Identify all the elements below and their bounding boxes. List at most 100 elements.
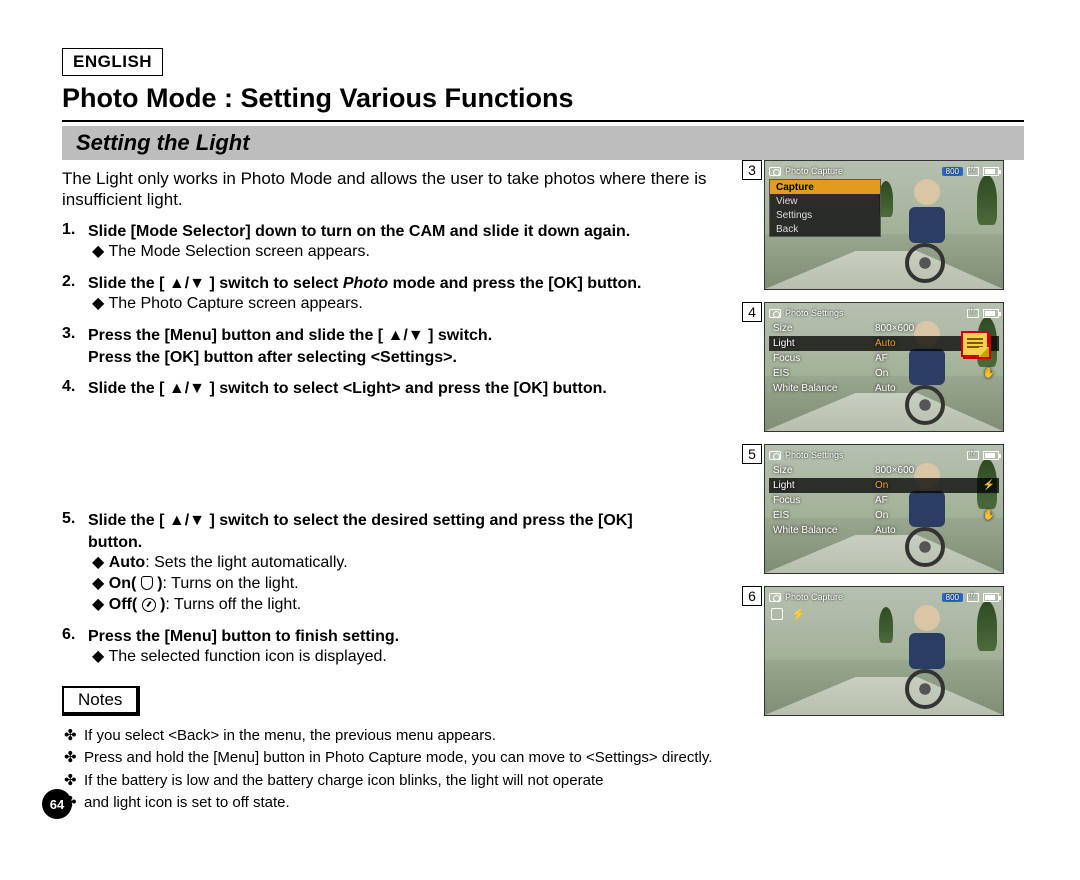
shot-4-topbar: Photo Settings	[769, 306, 999, 320]
step-2-ital: Photo	[343, 275, 388, 292]
val-eis: On	[875, 368, 888, 379]
step-2-sub-text: The Photo Capture screen appears.	[108, 295, 362, 312]
lbl-light: Light	[773, 338, 875, 349]
notes-list: If you select <Back> in the menu, the pr…	[62, 726, 758, 813]
shot-4-wrap: 4 Photo Settings Size800×600 LightAut	[764, 302, 1024, 432]
manual-page: ENGLISH Photo Mode : Setting Various Fun…	[0, 0, 1080, 843]
flash-icon: ⚡	[983, 480, 995, 491]
size-pill: 800	[942, 167, 963, 176]
lbl-eis: EIS	[773, 368, 875, 379]
menu-view: View	[770, 194, 880, 208]
shot-6-topbar: Photo Capture 800	[769, 590, 999, 604]
lbl-light: Light	[773, 480, 875, 491]
row-focus: FocusAF	[769, 493, 999, 508]
step-5-opt-off: ◆ Off( ): Turns off the light.	[92, 595, 758, 616]
camera-icon	[769, 167, 781, 176]
shot-3-topbar: Photo Capture 800	[769, 164, 999, 178]
memory-icon	[967, 167, 979, 176]
battery-icon	[983, 167, 999, 176]
step-6-sub-text: The selected function icon is displayed.	[108, 648, 386, 665]
step-2: 2. Slide the [ ▲/▼ ] switch to select Ph…	[88, 273, 758, 315]
shot-6-title: Photo Capture	[785, 592, 843, 602]
step-2-sub: ◆ The Photo Capture screen appears.	[92, 294, 758, 315]
row-wb: White BalanceAuto	[769, 381, 999, 396]
shot-5-num: 5	[742, 444, 762, 464]
step-5-opt-auto: ◆ Auto: Sets the light automatically.	[92, 553, 758, 574]
opt-on-desc: : Turns on the light.	[163, 575, 299, 592]
lbl-wb: White Balance	[773, 383, 875, 394]
shot-6: Photo Capture 800 ⚡	[764, 586, 1004, 716]
light-on-icon	[141, 576, 153, 590]
val-wb: Auto	[875, 383, 896, 394]
hand-icon: ✋	[983, 368, 995, 379]
note-4: and light icon is set to off state.	[62, 793, 758, 813]
shot-3-num: 3	[742, 160, 762, 180]
camera-icon	[769, 593, 781, 602]
sf-icon	[771, 608, 783, 620]
step-5-head: Slide the [ ▲/▼ ] switch to select the d…	[88, 510, 648, 553]
hand-icon: ✋	[983, 510, 995, 521]
menu-settings: Settings	[770, 208, 880, 222]
shot-4: Photo Settings Size800×600 LightAuto Foc…	[764, 302, 1004, 432]
page-number-badge: 64	[42, 789, 72, 819]
shot-3: Photo Capture 800 Capture View Settings …	[764, 160, 1004, 290]
val-light: On	[875, 480, 888, 491]
step-5: 5. Slide the [ ▲/▼ ] switch to select th…	[88, 510, 758, 616]
step-6-sub: ◆ The selected function icon is displaye…	[92, 647, 758, 668]
lbl-eis: EIS	[773, 510, 875, 521]
battery-icon	[983, 451, 999, 460]
step-2-head: Slide the [ ▲/▼ ] switch to select Photo…	[88, 273, 758, 295]
step-4-head: Slide the [ ▲/▼ ] switch to select <Ligh…	[88, 378, 758, 400]
opt-off: Off(	[109, 596, 137, 613]
step-6: 6. Press the [Menu] button to finish set…	[88, 626, 758, 668]
size-pill: 800	[942, 593, 963, 602]
shot-6-status-icons: ⚡	[771, 607, 806, 621]
intro-text: The Light only works in Photo Mode and a…	[62, 168, 758, 211]
step-2-a: Slide the [ ▲/▼ ] switch to select	[88, 275, 343, 292]
notes-heading: Notes	[62, 686, 140, 716]
memory-icon	[967, 309, 979, 318]
camera-icon	[769, 451, 781, 460]
step-4: 4. Slide the [ ▲/▼ ] switch to select <L…	[88, 378, 758, 400]
step-6-head: Press the [Menu] button to finish settin…	[88, 626, 758, 648]
menu-back: Back	[770, 222, 880, 236]
step-1-head: Slide [Mode Selector] down to turn on th…	[88, 221, 758, 243]
row-size: Size800×600	[769, 463, 999, 478]
opt-auto: Auto	[109, 554, 145, 571]
shot-6-wrap: 6 Photo Capture 800 ⚡	[764, 586, 1024, 716]
steps-list: 1. Slide [Mode Selector] down to turn on…	[62, 221, 758, 669]
shot-3-wrap: 3 Photo Capture 800 Capture	[764, 160, 1024, 290]
menu-capture: Capture	[770, 180, 880, 194]
shot-5: Photo Settings Size800×600 LightOn⚡ Focu…	[764, 444, 1004, 574]
light-off-icon	[142, 598, 156, 612]
instructions-column: The Light only works in Photo Mode and a…	[62, 160, 758, 815]
val-eis: On	[875, 510, 888, 521]
opt-on: On(	[109, 575, 137, 592]
battery-icon	[983, 593, 999, 602]
val-focus: AF	[875, 353, 888, 364]
screenshots-column: 3 Photo Capture 800 Capture	[764, 160, 1024, 728]
shot-6-num: 6	[742, 586, 762, 606]
shot-5-title: Photo Settings	[785, 450, 844, 460]
shot-3-menu: Capture View Settings Back	[769, 179, 881, 237]
note-2: Press and hold the [Menu] button in Phot…	[62, 748, 758, 768]
memory-icon	[967, 451, 979, 460]
shot-5-wrap: 5 Photo Settings Size800×600 LightOn⚡	[764, 444, 1024, 574]
opt-auto-desc: : Sets the light automatically.	[145, 554, 347, 571]
step-3-head: Press the [Menu] button and slide the [ …	[88, 325, 758, 368]
shot-4-num: 4	[742, 302, 762, 322]
lbl-focus: Focus	[773, 495, 875, 506]
title-rule	[62, 120, 1024, 122]
shot-5-settings: Size800×600 LightOn⚡ FocusAF EISOn✋ Whit…	[769, 463, 999, 538]
step-1: 1. Slide [Mode Selector] down to turn on…	[88, 221, 758, 263]
shot-5-topbar: Photo Settings	[769, 448, 999, 462]
step-1-sub: ◆ The Mode Selection screen appears.	[92, 242, 758, 263]
page-title: Photo Mode : Setting Various Functions	[62, 83, 1024, 114]
val-size: 800×600	[875, 323, 914, 334]
lbl-focus: Focus	[773, 353, 875, 364]
val-wb: Auto	[875, 525, 896, 536]
row-eis: EISOn ✋	[769, 508, 999, 523]
step-1-sub-text: The Mode Selection screen appears.	[108, 243, 369, 260]
camera-icon	[769, 309, 781, 318]
memory-icon	[967, 593, 979, 602]
